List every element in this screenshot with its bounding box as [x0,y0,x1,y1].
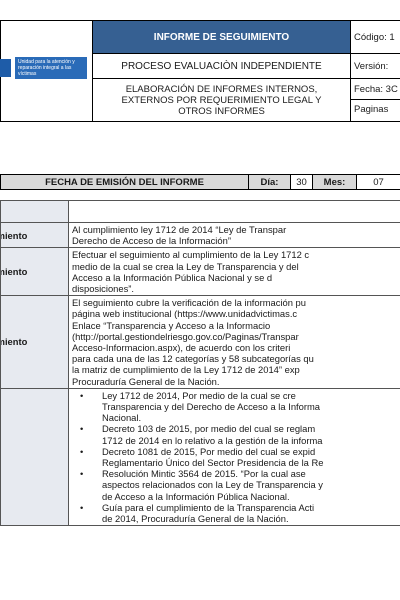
bullet-icon: • [80,468,84,480]
text-line: Resolución Mintic 3564 de 2015. “Por la … [102,468,306,480]
text-line: medio de la cual se crea la Ley de Trans… [72,260,299,272]
row-content: Al cumplimiento ley 1712 de 2014 “Ley de… [68,221,400,249]
table-row: imiento El seguimiento cubre la verifica… [0,295,400,389]
row-label: imiento [0,295,69,389]
month-value: 07 [356,174,400,190]
criteria-list-cell: • Ley 1712 de 2014, Por medio de la cual… [68,387,400,527]
emission-date-label: FECHA DE EMISIÓN DEL INFORME [0,174,249,190]
pages-label: Paginas [354,104,389,115]
row-content: Efectuar el seguimiento al cumplimiento … [68,247,400,297]
document-header: Unidad para la atención y reparación int… [0,20,400,122]
text-line: Acceso a la Información Pública Nacional… [72,271,273,283]
subtitle-line: OTROS INFORMES [178,105,265,117]
subtitle-line: EXTERNOS POR REQUERIMIENTO LEGAL Y [121,94,322,106]
table-row: • Ley 1712 de 2014, Por medio de la cual… [0,387,400,527]
process-name: PROCESO EVALUACIÒN INDEPENDIENTE [92,53,351,79]
report-title: INFORME DE SEGUIMIENTO [92,20,351,54]
subtitle-line: ELABORACIÓN DE INFORMES INTERNOS, [125,83,318,95]
text-line: disposiciones”. [72,283,135,295]
logo-text: Unidad para la atención y reparación int… [15,57,87,79]
text-line: Transparencia y del Derecho de Acceso a … [102,401,320,413]
bullet-icon: • [80,501,84,513]
text-line: Guía para el cumplimiento de la Transpar… [102,501,315,513]
text-line: para cada una de las 12 categorías y 58 … [72,353,314,365]
text-line: Nacional. [102,412,142,424]
text-line: (http://portal.gestiondelriesgo.gov.co/P… [72,330,299,342]
bullet-icon: • [80,389,84,401]
text-line: de 2014, Procuraduría General de la Naci… [102,513,289,525]
text-line: aspectos relacionados con la Ley de Tran… [102,479,323,491]
text-line: Acceso-Informacion.aspx), de acuerdo con… [72,342,291,354]
date-pages-cell: Fecha: 3C Paginas [350,78,400,122]
text-line: Al cumplimiento ley 1712 de 2014 “Ley de… [72,224,287,235]
list-item: • Decreto 1081 de 2015, Por medio del cu… [80,445,397,469]
row-label [0,387,69,527]
row-label: imiento [0,247,69,297]
criteria-list: • Ley 1712 de 2014, Por medio de la cual… [72,390,397,524]
text-line: Enlace “Transparencia y Acceso a la Info… [72,319,271,331]
text-line: El seguimiento cubre la verificación de … [72,297,306,309]
report-subtitle: ELABORACIÓN DE INFORMES INTERNOS, EXTERN… [92,78,351,122]
logo-mark-icon [0,59,11,77]
bullet-icon: • [80,423,84,435]
date-label: Fecha: 3C [351,80,400,100]
bullet-icon: • [80,445,84,457]
text-line: Reglamentario Único del Sector Presidenc… [102,457,324,469]
list-item: • Decreto 103 de 2015, por medio del cua… [80,423,397,446]
report-body-table: e imiento Al cumplimiento ley 1712 de 20… [0,200,400,527]
text-line: Procuraduría General de la Nación. [72,375,220,387]
text-line: la matriz de cumplimiento de la Ley 1712… [72,364,300,376]
text-line: Derecho de Acceso de la Información” [72,235,231,247]
version-label: Versión: [350,53,400,79]
table-row: e [0,200,400,223]
text-line: Efectuar el seguimiento al cumplimiento … [72,249,310,261]
institution-logo: Unidad para la atención y reparación int… [0,57,87,79]
month-label: Mes: [312,174,357,190]
logo-cell: Unidad para la atención y reparación int… [0,20,93,122]
text-line: 1712 de 2014 en lo relativo a la gestión… [102,434,323,446]
text-line: Ley 1712 de 2014, Por medio de la cual s… [102,389,296,401]
text-line: página web institucional (https://www.un… [72,308,298,320]
list-item: • Resolución Mintic 3564 de 2015. “Por l… [80,468,397,502]
row-content: El seguimiento cubre la verificación de … [68,295,400,389]
text-line: de Acceso a la Información Pública Nacio… [102,490,290,502]
day-value: 30 [290,174,313,190]
table-row: imiento Al cumplimiento ley 1712 de 2014… [0,221,400,249]
row-label: e [0,200,69,223]
list-item: • Ley 1712 de 2014, Por medio de la cual… [80,389,397,424]
emission-date-row: FECHA DE EMISIÓN DEL INFORME Día: 30 Mes… [0,174,400,190]
row-label: imiento [0,221,69,249]
table-row: imiento Efectuar el seguimiento al cumpl… [0,247,400,297]
code-label: Código: 1 [350,20,400,54]
list-item: • Guía para el cumplimiento de la Transp… [80,501,397,525]
day-label: Día: [248,174,291,190]
text-line: Decreto 103 de 2015, por medio del cual … [102,423,316,435]
text-line: Decreto 1081 de 2015, Por medio del cual… [102,445,316,457]
row-content [68,200,400,223]
